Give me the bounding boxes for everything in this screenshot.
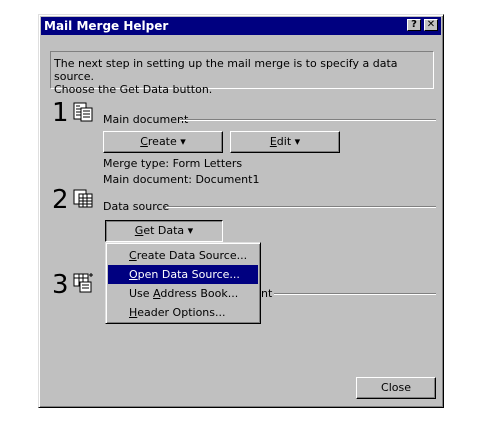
main-document-icon [73, 102, 93, 122]
main-document-group-label: Main document [103, 113, 189, 126]
edit-button[interactable]: Edit ▾ [230, 131, 340, 153]
menu-item-use-address-book[interactable]: Use Address Book... [108, 284, 258, 303]
dialog-title: Mail Merge Helper [44, 19, 169, 33]
step-1-number: 1 [52, 98, 69, 128]
merge-type-text: Merge type: Form Letters [103, 157, 243, 170]
instruction-line-2: Choose the Get Data button. [54, 83, 213, 96]
get-data-dropdown-menu: Create Data Source... Open Data Source..… [105, 242, 261, 324]
merge-group-label-partial: nt [261, 287, 273, 300]
title-bar: Mail Merge Helper ? ✕ [41, 17, 441, 35]
main-document-name-text: Main document: Document1 [103, 173, 260, 186]
instruction-line-1: The next step in setting up the mail mer… [54, 57, 398, 83]
menu-item-create-data-source[interactable]: Create Data Source... [108, 246, 258, 265]
step-2-number: 2 [52, 185, 69, 215]
instruction-box: The next step in setting up the mail mer… [50, 51, 434, 96]
menu-item-open-data-source[interactable]: Open Data Source... [108, 265, 258, 284]
data-source-icon [73, 189, 93, 208]
data-source-group-label: Data source [103, 200, 170, 213]
get-data-button[interactable]: Get Data ▾ [105, 220, 223, 242]
menu-item-header-options[interactable]: Header Options... [108, 303, 258, 322]
group-divider [274, 293, 436, 295]
close-button[interactable]: Close [356, 377, 436, 399]
group-divider [166, 206, 436, 208]
merge-data-icon [73, 273, 93, 293]
group-divider [180, 119, 436, 121]
close-window-button[interactable]: ✕ [424, 19, 438, 31]
create-button[interactable]: Create ▾ [103, 131, 223, 153]
help-button[interactable]: ? [407, 19, 421, 31]
step-3-number: 3 [52, 270, 69, 300]
